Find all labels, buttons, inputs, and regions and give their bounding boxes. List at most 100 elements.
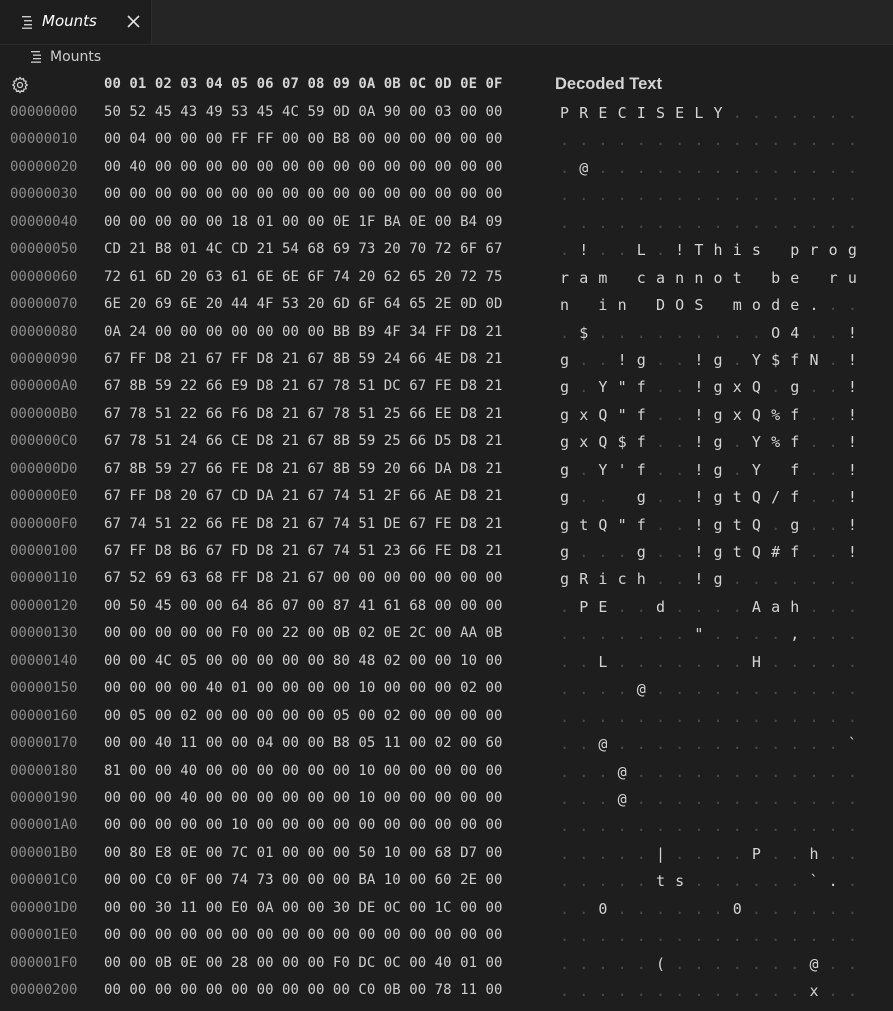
- tab-mounts[interactable]: Mounts: [0, 0, 152, 44]
- row-hex-bytes[interactable]: 00 80 E8 0E 00 7C 01 00 00 00 50 10 00 6…: [104, 845, 503, 861]
- row-decoded-text[interactable]: ..... t s...... `..: [560, 872, 860, 892]
- row-decoded-text[interactable]: .PE..d....Aah...: [560, 598, 860, 618]
- row-hex-bytes[interactable]: 6E 20 69 6E 20 44 4F 53 20 6D 6F 64 65 2…: [104, 296, 503, 312]
- hex-row[interactable]: 00000180 81 00 00 40 00 00 00 00 00 00 10…: [0, 759, 893, 786]
- hex-row[interactable]: 000000C0 67 78 51 24 66 CE D8 21 67 8B 59…: [0, 429, 893, 456]
- row-decoded-text[interactable]: ..0......0......: [560, 900, 860, 920]
- hex-row[interactable]: 00000140 00 00 4C 05 00 00 00 00 00 80 48…: [0, 649, 893, 676]
- row-decoded-text[interactable]: g. Y " f..! g x Q. g..!: [560, 378, 860, 398]
- row-decoded-text[interactable]: g. Y ' f..! g. Y f..!: [560, 461, 860, 481]
- row-hex-bytes[interactable]: 00 00 4C 05 00 00 00 00 00 80 48 02 00 0…: [104, 653, 503, 669]
- row-hex-bytes[interactable]: 00 00 30 11 00 E0 0A 00 00 30 DE 0C 00 1…: [104, 900, 503, 916]
- hex-row[interactable]: 00000200 00 00 00 00 00 00 00 00 00 00 C0…: [0, 978, 893, 1005]
- hex-row[interactable]: 000001A0 00 00 00 00 00 10 00 00 00 00 00…: [0, 813, 893, 840]
- row-decoded-text[interactable]: g..! g..! g. Y $ f N.!: [560, 351, 860, 371]
- row-hex-bytes[interactable]: 00 40 00 00 00 00 00 00 00 00 00 00 00 0…: [104, 159, 503, 175]
- hex-row[interactable]: 00000110 67 52 69 63 68 FF D8 21 67 00 00…: [0, 566, 893, 593]
- row-decoded-text[interactable]: . $......... O 4..!: [560, 324, 860, 344]
- row-decoded-text[interactable]: ....... "....,...: [560, 625, 860, 645]
- row-decoded-text[interactable]: ..... |.... P.. h..: [560, 845, 860, 865]
- row-decoded-text[interactable]: g x Q " f..! g x Q% f..!: [560, 406, 860, 426]
- row-decoded-text[interactable]: ................: [560, 708, 860, 728]
- row-hex-bytes[interactable]: 00 00 00 00 00 00 00 00 00 00 00 00 00 0…: [104, 186, 503, 202]
- row-decoded-text[interactable]: g Ri c h..! g.......: [560, 570, 860, 590]
- row-hex-bytes[interactable]: 00 00 00 00 00 F0 00 22 00 0B 02 0E 2C 0…: [104, 625, 503, 641]
- row-hex-bytes[interactable]: 67 52 69 63 68 FF D8 21 67 00 00 00 00 0…: [104, 570, 503, 586]
- row-hex-bytes[interactable]: 00 00 00 00 00 10 00 00 00 00 00 00 00 0…: [104, 817, 503, 833]
- row-hex-bytes[interactable]: 67 8B 59 22 66 E9 D8 21 67 78 51 DC 67 F…: [104, 378, 503, 394]
- hex-editor[interactable]: 00 01 02 03 04 05 06 07 08 09 0A 0B 0C 0…: [0, 72, 893, 1011]
- row-decoded-text[interactable]: .....(....... @..: [560, 955, 860, 975]
- row-hex-bytes[interactable]: 00 00 00 00 00 18 01 00 00 0E 1F BA 0E 0…: [104, 214, 503, 230]
- row-decoded-text[interactable]: ................: [560, 817, 860, 837]
- row-hex-bytes[interactable]: 0A 24 00 00 00 00 00 00 00 BB B9 4F 34 F…: [104, 324, 503, 340]
- row-decoded-text[interactable]: ................: [560, 214, 860, 234]
- row-hex-bytes[interactable]: 00 00 40 11 00 00 04 00 00 B8 05 11 00 0…: [104, 735, 503, 751]
- row-decoded-text[interactable]: .!.. L.! Th i s prog: [560, 241, 860, 261]
- row-hex-bytes[interactable]: 00 00 0B 0E 00 28 00 00 00 F0 DC 0C 00 4…: [104, 955, 503, 971]
- row-hex-bytes[interactable]: 00 00 C0 0F 00 74 73 00 00 00 BA 10 00 6…: [104, 872, 503, 888]
- hex-row[interactable]: 00000170 00 00 40 11 00 00 04 00 00 B8 05…: [0, 731, 893, 758]
- hex-row[interactable]: 00000040 00 00 00 00 00 18 01 00 00 0E 1F…: [0, 210, 893, 237]
- hex-row[interactable]: 00000080 0A 24 00 00 00 00 00 00 00 BB B9…: [0, 320, 893, 347]
- row-decoded-text[interactable]: g t Q " f..! g t Q. g..!: [560, 516, 860, 536]
- hex-row[interactable]: 000000D0 67 8B 59 27 66 FE D8 21 67 8B 59…: [0, 457, 893, 484]
- row-hex-bytes[interactable]: 50 52 45 43 49 53 45 4C 59 0D 0A 90 00 0…: [104, 104, 503, 120]
- row-hex-bytes[interactable]: 67 FF D8 20 67 CD DA 21 67 74 51 2F 66 A…: [104, 488, 503, 504]
- row-hex-bytes[interactable]: 81 00 00 40 00 00 00 00 00 00 10 00 00 0…: [104, 763, 503, 779]
- row-decoded-text[interactable]: ................: [560, 927, 860, 947]
- hex-row[interactable]: 00000010 00 04 00 00 00 FF FF 00 00 B8 00…: [0, 127, 893, 154]
- hex-row[interactable]: 000000F0 67 74 51 22 66 FE D8 21 67 74 51…: [0, 512, 893, 539]
- hex-row[interactable]: 00000130 00 00 00 00 00 F0 00 22 00 0B 02…: [0, 621, 893, 648]
- hex-row[interactable]: 000000B0 67 78 51 22 66 F6 D8 21 67 78 51…: [0, 402, 893, 429]
- row-decoded-text[interactable]: g x Q $ f..! g. Y% f..!: [560, 433, 860, 453]
- row-hex-bytes[interactable]: 67 FF D8 B6 67 FD D8 21 67 74 51 23 66 F…: [104, 543, 503, 559]
- hex-row[interactable]: 00000160 00 05 00 02 00 00 00 00 00 05 00…: [0, 704, 893, 731]
- hex-row[interactable]: 000001B0 00 80 E8 0E 00 7C 01 00 00 00 50…: [0, 841, 893, 868]
- row-decoded-text[interactable]: ..L.......H.....: [560, 653, 860, 673]
- hex-row[interactable]: 000001F0 00 00 0B 0E 00 28 00 00 00 F0 DC…: [0, 951, 893, 978]
- row-hex-bytes[interactable]: 00 50 45 00 00 64 86 07 00 87 41 61 68 0…: [104, 598, 503, 614]
- row-hex-bytes[interactable]: 67 74 51 22 66 FE D8 21 67 74 51 DE 67 F…: [104, 516, 503, 532]
- gear-icon[interactable]: [11, 76, 29, 94]
- row-decoded-text[interactable]: ... @............: [560, 790, 860, 810]
- hex-row[interactable]: 00000070 6E 20 69 6E 20 44 4F 53 20 6D 6F…: [0, 292, 893, 319]
- row-decoded-text[interactable]: PRECISELY.......: [560, 104, 860, 124]
- hex-row[interactable]: 00000030 00 00 00 00 00 00 00 00 00 00 00…: [0, 182, 893, 209]
- row-decoded-text[interactable]: .... @...........: [560, 680, 860, 700]
- row-decoded-text[interactable]: g.. g..! g t Q / f..!: [560, 488, 860, 508]
- breadcrumb-item-mounts[interactable]: Mounts: [50, 49, 101, 65]
- close-icon[interactable]: [125, 13, 142, 30]
- row-hex-bytes[interactable]: 00 05 00 02 00 00 00 00 00 05 00 02 00 0…: [104, 708, 503, 724]
- hex-row[interactable]: 000001E0 00 00 00 00 00 00 00 00 00 00 00…: [0, 923, 893, 950]
- hex-row[interactable]: 00000000 50 52 45 43 49 53 45 4C 59 0D 0A…: [0, 100, 893, 127]
- hex-row[interactable]: 00000060 72 61 6D 20 63 61 6E 6E 6F 74 20…: [0, 265, 893, 292]
- row-decoded-text[interactable]: ram cannot be ru: [560, 269, 860, 289]
- row-decoded-text[interactable]: .............x..: [560, 982, 860, 1002]
- hex-row[interactable]: 00000120 00 50 45 00 00 64 86 07 00 87 41…: [0, 594, 893, 621]
- row-hex-bytes[interactable]: 00 00 00 00 40 01 00 00 00 00 10 00 00 0…: [104, 680, 503, 696]
- row-hex-bytes[interactable]: 67 78 51 22 66 F6 D8 21 67 78 51 25 66 E…: [104, 406, 503, 422]
- hex-row[interactable]: 00000190 00 00 00 40 00 00 00 00 00 00 10…: [0, 786, 893, 813]
- hex-row[interactable]: 000000E0 67 FF D8 20 67 CD DA 21 67 74 51…: [0, 484, 893, 511]
- row-decoded-text[interactable]: ... @............: [560, 763, 860, 783]
- row-hex-bytes[interactable]: 72 61 6D 20 63 61 6E 6E 6F 74 20 62 65 2…: [104, 269, 503, 285]
- hex-row[interactable]: 00000150 00 00 00 00 40 01 00 00 00 00 10…: [0, 676, 893, 703]
- hex-row[interactable]: 000001C0 00 00 C0 0F 00 74 73 00 00 00 BA…: [0, 868, 893, 895]
- row-hex-bytes[interactable]: CD 21 B8 01 4C CD 21 54 68 69 73 20 70 7…: [104, 241, 503, 257]
- row-decoded-text[interactable]: .. @............ `: [560, 735, 860, 755]
- hex-row[interactable]: 00000090 67 FF D8 21 67 FF D8 21 67 8B 59…: [0, 347, 893, 374]
- row-hex-bytes[interactable]: 67 FF D8 21 67 FF D8 21 67 8B 59 24 66 4…: [104, 351, 503, 367]
- row-hex-bytes[interactable]: 00 04 00 00 00 FF FF 00 00 B8 00 00 00 0…: [104, 131, 503, 147]
- row-decoded-text[interactable]: n in DOS mode...: [560, 296, 860, 316]
- row-hex-bytes[interactable]: 00 00 00 00 00 00 00 00 00 00 00 00 00 0…: [104, 927, 503, 943]
- hex-row[interactable]: 000001D0 00 00 30 11 00 E0 0A 00 00 30 DE…: [0, 896, 893, 923]
- row-hex-bytes[interactable]: 00 00 00 00 00 00 00 00 00 00 C0 0B 00 7…: [104, 982, 503, 998]
- hex-row[interactable]: 00000050 CD 21 B8 01 4C CD 21 54 68 69 73…: [0, 237, 893, 264]
- hex-row[interactable]: 00000020 00 40 00 00 00 00 00 00 00 00 00…: [0, 155, 893, 182]
- row-hex-bytes[interactable]: 67 8B 59 27 66 FE D8 21 67 8B 59 20 66 D…: [104, 461, 503, 477]
- row-decoded-text[interactable]: g... g..! g t Q # f..!: [560, 543, 860, 563]
- row-decoded-text[interactable]: ................: [560, 186, 860, 206]
- row-decoded-text[interactable]: ................: [560, 131, 860, 151]
- row-hex-bytes[interactable]: 00 00 00 40 00 00 00 00 00 00 10 00 00 0…: [104, 790, 503, 806]
